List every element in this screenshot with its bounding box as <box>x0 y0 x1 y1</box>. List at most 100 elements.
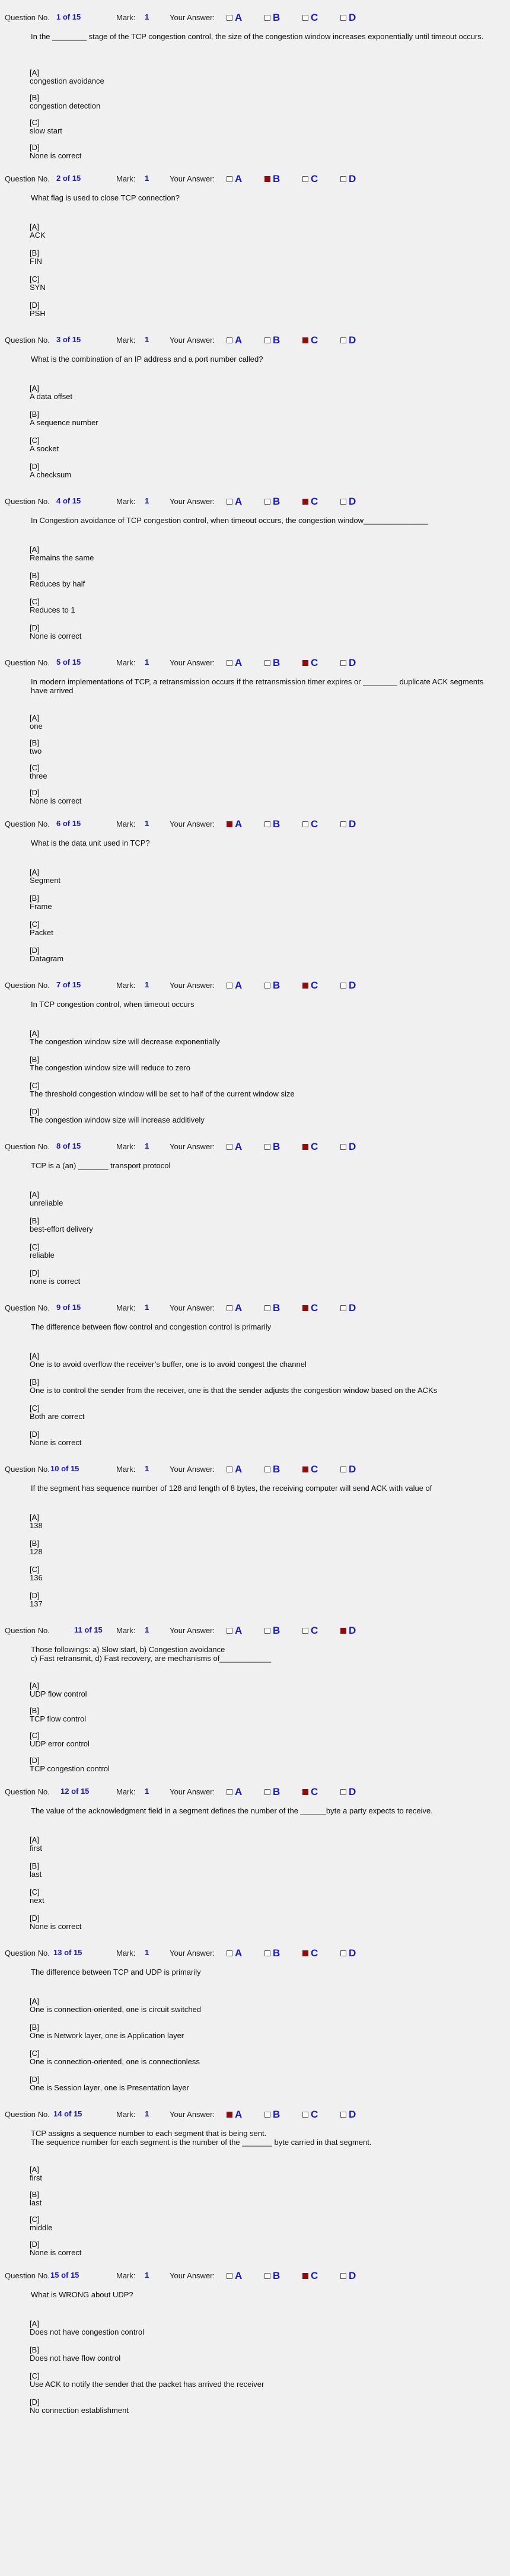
answer-checkbox[interactable] <box>264 2273 270 2279</box>
answer-checkbox[interactable] <box>227 1789 232 1795</box>
answer-checkbox[interactable] <box>264 1466 270 1472</box>
answer-option-a[interactable]: A <box>227 496 264 508</box>
answer-checkbox[interactable] <box>302 660 308 666</box>
answer-option-a[interactable]: A <box>227 1464 264 1475</box>
answer-option-a[interactable]: A <box>227 1625 264 1637</box>
answer-checkbox[interactable] <box>264 1628 270 1634</box>
answer-option-d[interactable]: D <box>340 818 378 830</box>
answer-checkbox[interactable] <box>264 983 270 989</box>
answer-option-b[interactable]: B <box>264 980 302 991</box>
answer-option-a[interactable]: A <box>227 657 264 669</box>
answer-option-c[interactable]: C <box>302 980 340 991</box>
answer-checkbox[interactable] <box>340 2273 346 2279</box>
answer-option-b[interactable]: B <box>264 657 302 669</box>
answer-checkbox[interactable] <box>340 499 346 505</box>
answer-checkbox[interactable] <box>340 1950 346 1956</box>
answer-checkbox[interactable] <box>227 2273 232 2279</box>
answer-option-c[interactable]: C <box>302 1141 340 1153</box>
answer-checkbox[interactable] <box>227 15 232 21</box>
answer-checkbox[interactable] <box>302 176 308 182</box>
answer-checkbox[interactable] <box>227 2112 232 2118</box>
answer-option-d[interactable]: D <box>340 334 378 346</box>
answer-option-d[interactable]: D <box>340 1141 378 1153</box>
answer-option-d[interactable]: D <box>340 2109 378 2121</box>
answer-checkbox[interactable] <box>227 176 232 182</box>
answer-checkbox[interactable] <box>340 15 346 21</box>
answer-checkbox[interactable] <box>227 983 232 989</box>
answer-option-c[interactable]: C <box>302 1464 340 1475</box>
answer-checkbox[interactable] <box>227 1950 232 1956</box>
answer-checkbox[interactable] <box>227 660 232 666</box>
answer-checkbox[interactable] <box>227 1144 232 1150</box>
answer-checkbox[interactable] <box>264 660 270 666</box>
answer-checkbox[interactable] <box>340 337 346 343</box>
answer-option-c[interactable]: C <box>302 818 340 830</box>
answer-option-d[interactable]: D <box>340 980 378 991</box>
answer-option-c[interactable]: C <box>302 1302 340 1314</box>
answer-checkbox[interactable] <box>227 499 232 505</box>
answer-option-b[interactable]: B <box>264 12 302 24</box>
answer-checkbox[interactable] <box>302 337 308 343</box>
answer-option-b[interactable]: B <box>264 1786 302 1798</box>
answer-option-a[interactable]: A <box>227 334 264 346</box>
answer-option-b[interactable]: B <box>264 496 302 508</box>
answer-option-c[interactable]: C <box>302 12 340 24</box>
answer-option-a[interactable]: A <box>227 980 264 991</box>
answer-checkbox[interactable] <box>264 176 270 182</box>
answer-option-d[interactable]: D <box>340 2270 378 2282</box>
answer-checkbox[interactable] <box>302 1305 308 1311</box>
answer-checkbox[interactable] <box>340 2112 346 2118</box>
answer-option-b[interactable]: B <box>264 1625 302 1637</box>
answer-option-b[interactable]: B <box>264 1141 302 1153</box>
answer-checkbox[interactable] <box>302 821 308 827</box>
answer-option-d[interactable]: D <box>340 1302 378 1314</box>
answer-option-c[interactable]: C <box>302 657 340 669</box>
answer-option-b[interactable]: B <box>264 818 302 830</box>
answer-option-d[interactable]: D <box>340 12 378 24</box>
answer-option-d[interactable]: D <box>340 1947 378 1959</box>
answer-checkbox[interactable] <box>227 1628 232 1634</box>
answer-option-b[interactable]: B <box>264 2109 302 2121</box>
answer-checkbox[interactable] <box>264 1789 270 1795</box>
answer-checkbox[interactable] <box>302 2112 308 2118</box>
answer-option-a[interactable]: A <box>227 2270 264 2282</box>
answer-checkbox[interactable] <box>264 821 270 827</box>
answer-option-a[interactable]: A <box>227 1302 264 1314</box>
answer-checkbox[interactable] <box>264 15 270 21</box>
answer-checkbox[interactable] <box>227 821 232 827</box>
answer-checkbox[interactable] <box>264 1950 270 1956</box>
answer-checkbox[interactable] <box>340 176 346 182</box>
answer-option-d[interactable]: D <box>340 496 378 508</box>
answer-option-c[interactable]: C <box>302 1947 340 1959</box>
answer-checkbox[interactable] <box>227 1305 232 1311</box>
answer-option-b[interactable]: B <box>264 334 302 346</box>
answer-checkbox[interactable] <box>302 1789 308 1795</box>
answer-option-c[interactable]: C <box>302 496 340 508</box>
answer-checkbox[interactable] <box>302 1628 308 1634</box>
answer-option-d[interactable]: D <box>340 657 378 669</box>
answer-checkbox[interactable] <box>264 2112 270 2118</box>
answer-checkbox[interactable] <box>302 1466 308 1472</box>
answer-option-b[interactable]: B <box>264 173 302 185</box>
answer-option-d[interactable]: D <box>340 1786 378 1798</box>
answer-checkbox[interactable] <box>302 2273 308 2279</box>
answer-checkbox[interactable] <box>340 983 346 989</box>
answer-option-d[interactable]: D <box>340 1625 378 1637</box>
answer-checkbox[interactable] <box>340 660 346 666</box>
answer-checkbox[interactable] <box>340 1144 346 1150</box>
answer-checkbox[interactable] <box>264 499 270 505</box>
answer-option-c[interactable]: C <box>302 173 340 185</box>
answer-option-b[interactable]: B <box>264 1947 302 1959</box>
answer-checkbox[interactable] <box>340 1789 346 1795</box>
answer-checkbox[interactable] <box>340 1466 346 1472</box>
answer-checkbox[interactable] <box>302 499 308 505</box>
answer-checkbox[interactable] <box>264 337 270 343</box>
answer-checkbox[interactable] <box>302 1144 308 1150</box>
answer-checkbox[interactable] <box>340 821 346 827</box>
answer-option-d[interactable]: D <box>340 173 378 185</box>
answer-option-a[interactable]: A <box>227 1947 264 1959</box>
answer-option-a[interactable]: A <box>227 2109 264 2121</box>
answer-option-c[interactable]: C <box>302 2109 340 2121</box>
answer-option-b[interactable]: B <box>264 1302 302 1314</box>
answer-checkbox[interactable] <box>340 1628 346 1634</box>
